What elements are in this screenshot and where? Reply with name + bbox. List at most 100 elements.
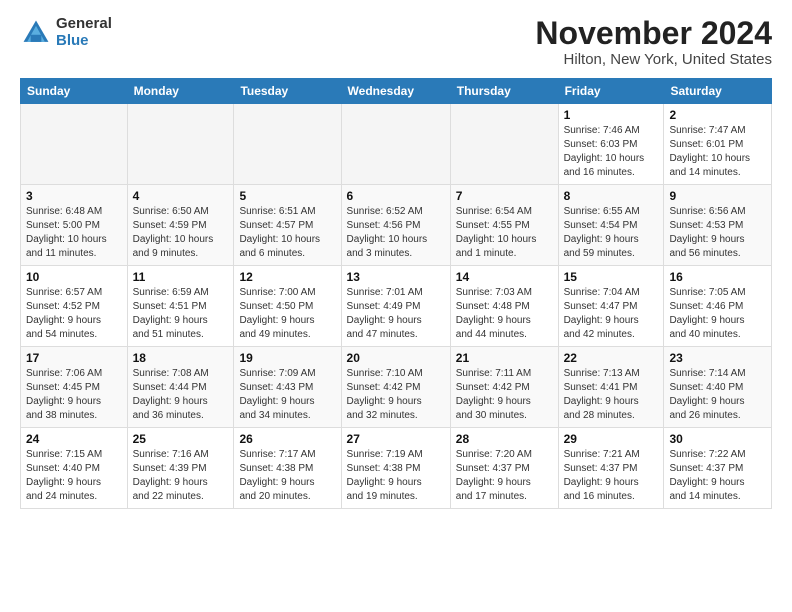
day-number: 18 bbox=[133, 351, 229, 365]
day-info: Sunrise: 7:21 AM Sunset: 4:37 PM Dayligh… bbox=[564, 448, 659, 504]
calendar-cell: 3Sunrise: 6:48 AM Sunset: 5:00 PM Daylig… bbox=[21, 185, 128, 266]
calendar-week-row-1: 1Sunrise: 7:46 AM Sunset: 6:03 PM Daylig… bbox=[21, 104, 772, 185]
day-info: Sunrise: 6:55 AM Sunset: 4:54 PM Dayligh… bbox=[564, 205, 659, 261]
day-info: Sunrise: 7:22 AM Sunset: 4:37 PM Dayligh… bbox=[669, 448, 766, 504]
day-info: Sunrise: 6:51 AM Sunset: 4:57 PM Dayligh… bbox=[239, 205, 335, 261]
day-info: Sunrise: 7:16 AM Sunset: 4:39 PM Dayligh… bbox=[133, 448, 229, 504]
day-number: 16 bbox=[669, 270, 766, 284]
logo-text: General Blue bbox=[56, 16, 112, 49]
day-number: 5 bbox=[239, 189, 335, 203]
day-number: 21 bbox=[456, 351, 553, 365]
calendar-cell: 24 Sunrise: 7:15 AM Sunset: 4:40 PM Dayli… bbox=[21, 428, 128, 509]
day-number: 29 bbox=[564, 432, 659, 446]
calendar-cell: 12 Sunrise: 7:00 AM Sunset: 4:50 PM Dayli… bbox=[234, 266, 341, 347]
day-info: Sunrise: 6:56 AM Sunset: 4:53 PM Dayligh… bbox=[669, 205, 766, 261]
col-friday: Friday bbox=[558, 79, 664, 104]
logo-general-label: General bbox=[56, 16, 112, 33]
calendar-cell: 18 Sunrise: 7:08 AM Sunset: 4:44 PM Dayli… bbox=[127, 347, 234, 428]
calendar-cell: 17 Sunrise: 7:06 AM Sunset: 4:45 PM Dayli… bbox=[21, 347, 128, 428]
calendar-week-row-2: 3Sunrise: 6:48 AM Sunset: 5:00 PM Daylig… bbox=[21, 185, 772, 266]
day-number: 13 bbox=[347, 270, 445, 284]
title-block: November 2024 Hilton, New York, United S… bbox=[535, 16, 772, 68]
calendar-week-row-3: 10Sunrise: 6:57 AM Sunset: 4:52 PM Dayli… bbox=[21, 266, 772, 347]
day-info: Sunrise: 7:10 AM Sunset: 4:42 PM Dayligh… bbox=[347, 367, 445, 423]
calendar-cell: 19 Sunrise: 7:09 AM Sunset: 4:43 PM Dayli… bbox=[234, 347, 341, 428]
calendar-cell: 4 Sunrise: 6:50 AM Sunset: 4:59 PM Daylig… bbox=[127, 185, 234, 266]
page: General Blue November 2024 Hilton, New Y… bbox=[0, 0, 792, 519]
day-info: Sunrise: 7:47 AM Sunset: 6:01 PM Dayligh… bbox=[669, 124, 766, 180]
day-number: 7 bbox=[456, 189, 553, 203]
day-info: Sunrise: 7:00 AM Sunset: 4:50 PM Dayligh… bbox=[239, 286, 335, 342]
day-number: 15 bbox=[564, 270, 659, 284]
day-number: 4 bbox=[133, 189, 229, 203]
calendar-cell bbox=[127, 104, 234, 185]
day-info: Sunrise: 7:17 AM Sunset: 4:38 PM Dayligh… bbox=[239, 448, 335, 504]
day-info: Sunrise: 7:01 AM Sunset: 4:49 PM Dayligh… bbox=[347, 286, 445, 342]
day-number: 17 bbox=[26, 351, 122, 365]
calendar-cell: 9 Sunrise: 6:56 AM Sunset: 4:53 PM Daylig… bbox=[664, 185, 772, 266]
calendar-cell bbox=[21, 104, 128, 185]
col-saturday: Saturday bbox=[664, 79, 772, 104]
logo: General Blue bbox=[20, 16, 112, 49]
calendar-header-row: Sunday Monday Tuesday Wednesday Thursday… bbox=[21, 79, 772, 104]
logo-icon bbox=[20, 17, 52, 49]
day-number: 3 bbox=[26, 189, 122, 203]
day-number: 11 bbox=[133, 270, 229, 284]
col-thursday: Thursday bbox=[450, 79, 558, 104]
calendar-cell: 11 Sunrise: 6:59 AM Sunset: 4:51 PM Dayli… bbox=[127, 266, 234, 347]
calendar-cell: 15 Sunrise: 7:04 AM Sunset: 4:47 PM Dayli… bbox=[558, 266, 664, 347]
header: General Blue November 2024 Hilton, New Y… bbox=[20, 16, 772, 68]
day-number: 8 bbox=[564, 189, 659, 203]
day-number: 27 bbox=[347, 432, 445, 446]
calendar-week-row-5: 24 Sunrise: 7:15 AM Sunset: 4:40 PM Dayli… bbox=[21, 428, 772, 509]
calendar-cell: 26Sunrise: 7:17 AM Sunset: 4:38 PM Dayli… bbox=[234, 428, 341, 509]
day-number: 19 bbox=[239, 351, 335, 365]
day-info: Sunrise: 7:11 AM Sunset: 4:42 PM Dayligh… bbox=[456, 367, 553, 423]
col-wednesday: Wednesday bbox=[341, 79, 450, 104]
calendar-cell: 7Sunrise: 6:54 AM Sunset: 4:55 PM Daylig… bbox=[450, 185, 558, 266]
calendar-cell: 25Sunrise: 7:16 AM Sunset: 4:39 PM Dayli… bbox=[127, 428, 234, 509]
day-info: Sunrise: 7:04 AM Sunset: 4:47 PM Dayligh… bbox=[564, 286, 659, 342]
calendar-cell: 22 Sunrise: 7:13 AM Sunset: 4:41 PM Dayli… bbox=[558, 347, 664, 428]
calendar-cell: 10Sunrise: 6:57 AM Sunset: 4:52 PM Dayli… bbox=[21, 266, 128, 347]
calendar-cell bbox=[450, 104, 558, 185]
calendar-cell bbox=[341, 104, 450, 185]
main-title: November 2024 bbox=[535, 16, 772, 51]
day-number: 14 bbox=[456, 270, 553, 284]
col-sunday: Sunday bbox=[21, 79, 128, 104]
day-number: 2 bbox=[669, 108, 766, 122]
day-number: 9 bbox=[669, 189, 766, 203]
calendar-week-row-4: 17 Sunrise: 7:06 AM Sunset: 4:45 PM Dayli… bbox=[21, 347, 772, 428]
day-info: Sunrise: 7:15 AM Sunset: 4:40 PM Dayligh… bbox=[26, 448, 122, 504]
calendar-table: Sunday Monday Tuesday Wednesday Thursday… bbox=[20, 78, 772, 509]
day-info: Sunrise: 7:20 AM Sunset: 4:37 PM Dayligh… bbox=[456, 448, 553, 504]
calendar-cell: 1Sunrise: 7:46 AM Sunset: 6:03 PM Daylig… bbox=[558, 104, 664, 185]
day-number: 22 bbox=[564, 351, 659, 365]
day-number: 28 bbox=[456, 432, 553, 446]
calendar-cell: 14Sunrise: 7:03 AM Sunset: 4:48 PM Dayli… bbox=[450, 266, 558, 347]
calendar-cell: 5 Sunrise: 6:51 AM Sunset: 4:57 PM Daylig… bbox=[234, 185, 341, 266]
day-info: Sunrise: 7:19 AM Sunset: 4:38 PM Dayligh… bbox=[347, 448, 445, 504]
calendar-cell: 21 Sunrise: 7:11 AM Sunset: 4:42 PM Dayli… bbox=[450, 347, 558, 428]
day-info: Sunrise: 7:06 AM Sunset: 4:45 PM Dayligh… bbox=[26, 367, 122, 423]
day-info: Sunrise: 6:50 AM Sunset: 4:59 PM Dayligh… bbox=[133, 205, 229, 261]
calendar-cell: 13 Sunrise: 7:01 AM Sunset: 4:49 PM Dayli… bbox=[341, 266, 450, 347]
calendar-cell: 8 Sunrise: 6:55 AM Sunset: 4:54 PM Daylig… bbox=[558, 185, 664, 266]
day-number: 1 bbox=[564, 108, 659, 122]
day-number: 30 bbox=[669, 432, 766, 446]
day-info: Sunrise: 7:08 AM Sunset: 4:44 PM Dayligh… bbox=[133, 367, 229, 423]
day-number: 12 bbox=[239, 270, 335, 284]
col-tuesday: Tuesday bbox=[234, 79, 341, 104]
calendar-cell: 29 Sunrise: 7:21 AM Sunset: 4:37 PM Dayli… bbox=[558, 428, 664, 509]
day-info: Sunrise: 6:57 AM Sunset: 4:52 PM Dayligh… bbox=[26, 286, 122, 342]
logo-blue-label: Blue bbox=[56, 33, 112, 50]
calendar-cell: 20Sunrise: 7:10 AM Sunset: 4:42 PM Dayli… bbox=[341, 347, 450, 428]
day-info: Sunrise: 7:05 AM Sunset: 4:46 PM Dayligh… bbox=[669, 286, 766, 342]
calendar-cell: 6Sunrise: 6:52 AM Sunset: 4:56 PM Daylig… bbox=[341, 185, 450, 266]
day-info: Sunrise: 6:59 AM Sunset: 4:51 PM Dayligh… bbox=[133, 286, 229, 342]
day-number: 24 bbox=[26, 432, 122, 446]
day-info: Sunrise: 7:13 AM Sunset: 4:41 PM Dayligh… bbox=[564, 367, 659, 423]
calendar-cell: 28 Sunrise: 7:20 AM Sunset: 4:37 PM Dayli… bbox=[450, 428, 558, 509]
day-info: Sunrise: 7:09 AM Sunset: 4:43 PM Dayligh… bbox=[239, 367, 335, 423]
day-number: 23 bbox=[669, 351, 766, 365]
